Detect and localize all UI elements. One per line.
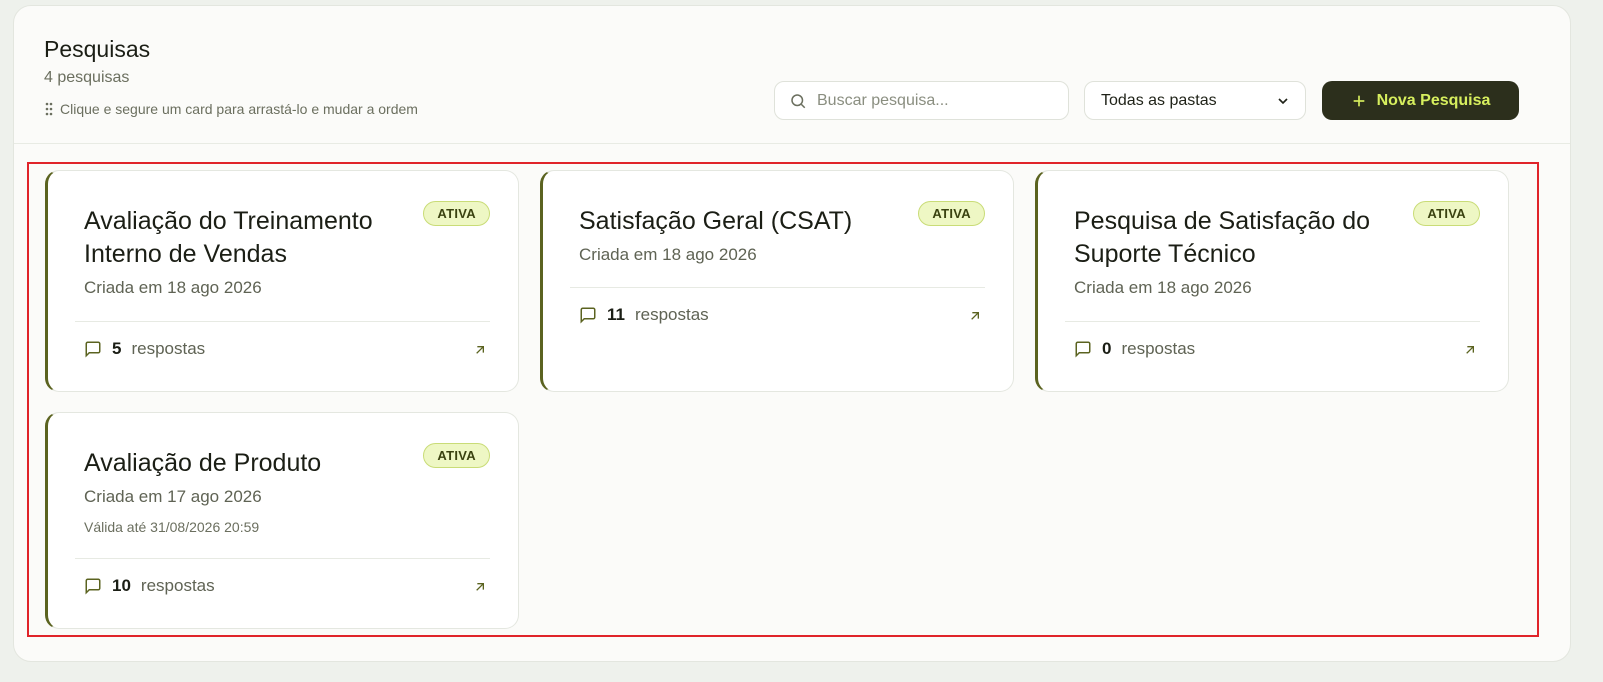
responses-label: respostas <box>140 576 215 595</box>
status-badge: ATIVA <box>423 201 490 226</box>
chevron-down-icon <box>1275 93 1291 109</box>
survey-card[interactable]: Avaliação de Produto ATIVA Criada em 17 … <box>45 412 519 629</box>
status-badge: ATIVA <box>1413 201 1480 226</box>
drag-dots-icon <box>44 102 54 116</box>
responses-count: 0 respostas <box>1074 339 1195 359</box>
survey-title: Satisfação Geral (CSAT) <box>579 207 853 235</box>
survey-card[interactable]: Avaliação do Treinamento Interno de Vend… <box>45 170 519 392</box>
responses-count: 5 respostas <box>84 339 205 359</box>
message-square-icon <box>579 306 597 324</box>
survey-title: Avaliação do Treinamento Interno de Vend… <box>84 207 373 268</box>
survey-title: Avaliação de Produto <box>84 449 322 477</box>
page-header: Pesquisas 4 pesquisas Clique e segure um… <box>14 6 1570 144</box>
folder-select[interactable]: Todas as pastas <box>1084 81 1306 120</box>
card-divider <box>570 287 985 288</box>
new-survey-label: Nova Pesquisa <box>1376 91 1491 109</box>
status-badge: ATIVA <box>423 443 490 468</box>
survey-card[interactable]: Pesquisa de Satisfação do Suporte Técnic… <box>1035 170 1509 392</box>
reorder-hint: Clique e segure um card para arrastá-lo … <box>44 101 418 117</box>
search-box[interactable] <box>774 81 1069 120</box>
plus-icon <box>1351 93 1367 109</box>
responses-label: respostas <box>1121 339 1196 358</box>
reorder-hint-text: Clique e segure um card para arrastá-lo … <box>60 101 418 117</box>
arrow-up-right-icon[interactable] <box>472 579 488 595</box>
survey-created-date: Criada em 17 ago 2026 <box>84 487 262 506</box>
responses-number: 0 <box>1102 339 1112 358</box>
surveys-panel: Pesquisas 4 pesquisas Clique e segure um… <box>13 5 1571 662</box>
survey-created-date: Criada em 18 ago 2026 <box>1074 278 1252 297</box>
survey-grid: Avaliação do Treinamento Interno de Vend… <box>27 162 1539 637</box>
survey-created-date: Criada em 18 ago 2026 <box>579 245 757 264</box>
survey-count: 4 pesquisas <box>44 69 130 86</box>
responses-label: respostas <box>131 339 206 358</box>
responses-label: respostas <box>634 305 709 324</box>
arrow-up-right-icon[interactable] <box>472 342 488 358</box>
message-square-icon <box>84 340 102 358</box>
arrow-up-right-icon[interactable] <box>1462 342 1478 358</box>
card-divider <box>75 558 490 559</box>
responses-number: 5 <box>112 339 122 358</box>
survey-card[interactable]: Satisfação Geral (CSAT) ATIVA Criada em … <box>540 170 1014 392</box>
responses-count: 11 respostas <box>579 305 709 325</box>
arrow-up-right-icon[interactable] <box>967 308 983 324</box>
status-badge: ATIVA <box>918 201 985 226</box>
card-divider <box>1065 321 1480 322</box>
message-square-icon <box>1074 340 1092 358</box>
card-divider <box>75 321 490 322</box>
folder-select-value: Todas as pastas <box>1101 91 1217 109</box>
new-survey-button[interactable]: Nova Pesquisa <box>1322 81 1519 120</box>
responses-number: 11 <box>607 305 625 324</box>
survey-created-date: Criada em 18 ago 2026 <box>84 278 262 297</box>
page-title: Pesquisas <box>44 36 151 62</box>
survey-valid-until: Válida até 31/08/2026 20:59 <box>84 519 260 535</box>
message-square-icon <box>84 577 102 595</box>
responses-count: 10 respostas <box>84 576 215 596</box>
responses-number: 10 <box>112 576 131 595</box>
survey-title: Pesquisa de Satisfação do Suporte Técnic… <box>1074 207 1371 268</box>
search-input[interactable] <box>817 91 1057 110</box>
search-icon <box>789 92 807 110</box>
